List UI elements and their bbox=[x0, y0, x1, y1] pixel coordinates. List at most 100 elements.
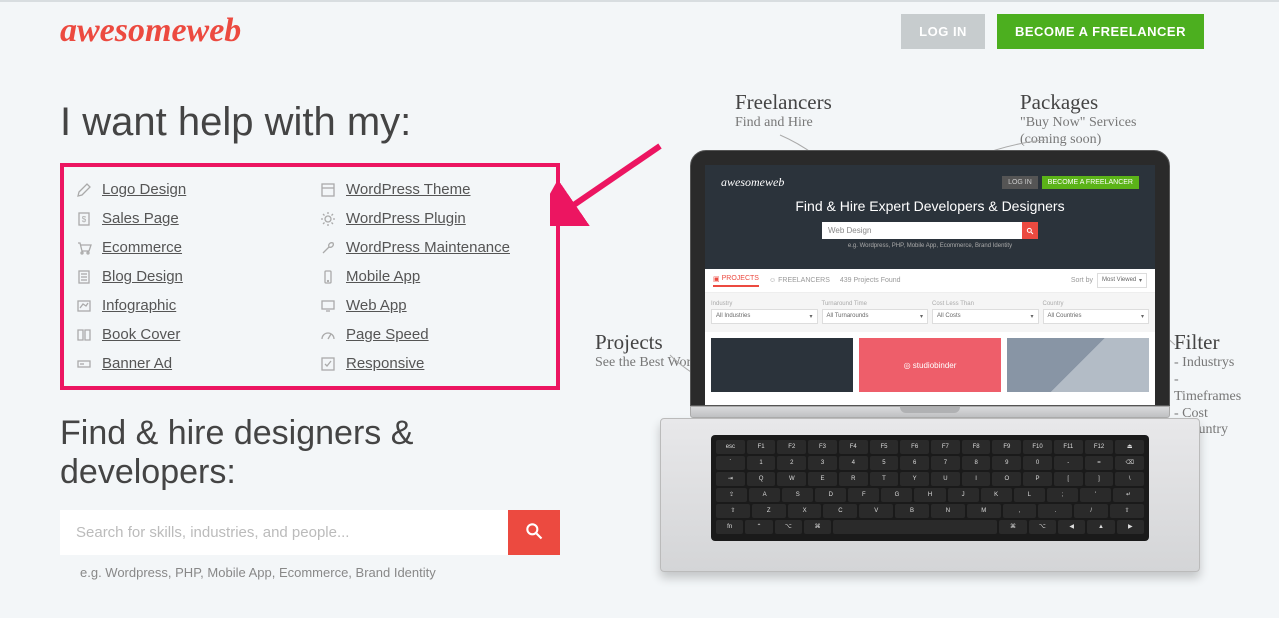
key: J bbox=[948, 488, 979, 502]
mini-filters: Industry All Industries▾ Turnaround Time… bbox=[705, 293, 1155, 332]
key: = bbox=[1085, 456, 1114, 470]
pencil-icon bbox=[76, 182, 92, 198]
category-link-logo-design[interactable]: Logo Design bbox=[102, 181, 186, 198]
laptop-screen: awesomeweb LOG IN BECOME A FREELANCER Fi… bbox=[705, 165, 1155, 405]
category-link-blog-design[interactable]: Blog Design bbox=[102, 268, 183, 285]
category-item: WordPress Maintenance bbox=[320, 239, 544, 256]
mini-search-row: Web Design bbox=[715, 222, 1145, 239]
key: G bbox=[881, 488, 912, 502]
category-link-banner-ad[interactable]: Banner Ad bbox=[102, 355, 172, 372]
category-item: Web App bbox=[320, 297, 544, 314]
category-grid: Logo Design WordPress Theme $ Sales Page… bbox=[76, 181, 544, 372]
header-buttons: LOG IN BECOME A FREELANCER bbox=[901, 14, 1204, 49]
key: Q bbox=[747, 472, 776, 486]
key: P bbox=[1023, 472, 1052, 486]
key: M bbox=[967, 504, 1001, 518]
key: F12 bbox=[1085, 440, 1114, 454]
category-item: WordPress Theme bbox=[320, 181, 544, 198]
category-item: Banner Ad bbox=[76, 355, 300, 372]
mini-filter-select: All Industries▾ bbox=[711, 309, 818, 324]
become-freelancer-button[interactable]: BECOME A FREELANCER bbox=[997, 14, 1204, 49]
key: 0 bbox=[1023, 456, 1052, 470]
key bbox=[833, 520, 997, 534]
search-icon bbox=[524, 521, 544, 544]
mobile-icon bbox=[320, 269, 336, 285]
category-item: WordPress Plugin bbox=[320, 210, 544, 227]
category-link-responsive[interactable]: Responsive bbox=[346, 355, 424, 372]
category-link-mobile-app[interactable]: Mobile App bbox=[346, 268, 420, 285]
key: X bbox=[788, 504, 822, 518]
key: ↵ bbox=[1113, 488, 1144, 502]
category-item: Book Cover bbox=[76, 326, 300, 343]
key: ⌘ bbox=[999, 520, 1026, 534]
key: 4 bbox=[839, 456, 868, 470]
category-link-infographic[interactable]: Infographic bbox=[102, 297, 176, 314]
key: I bbox=[962, 472, 991, 486]
mini-login-button: LOG IN bbox=[1002, 176, 1038, 189]
header: awesomeweb LOG IN BECOME A FREELANCER bbox=[0, 2, 1279, 60]
laptop-hinge bbox=[690, 406, 1170, 418]
banner-icon bbox=[76, 356, 92, 372]
key: S bbox=[782, 488, 813, 502]
layout-icon bbox=[320, 182, 336, 198]
key: C bbox=[823, 504, 857, 518]
mini-filter-label: Turnaround Time bbox=[822, 301, 929, 307]
key: F6 bbox=[900, 440, 929, 454]
login-button[interactable]: LOG IN bbox=[901, 14, 985, 49]
key: / bbox=[1074, 504, 1108, 518]
category-link-page-speed[interactable]: Page Speed bbox=[346, 326, 429, 343]
annotation-sub: "Buy Now" Services bbox=[1020, 115, 1136, 132]
category-link-ecommerce[interactable]: Ecommerce bbox=[102, 239, 182, 256]
mini-top-buttons: LOG IN BECOME A FREELANCER bbox=[1002, 176, 1139, 189]
mini-filter-select: All Costs▾ bbox=[932, 309, 1039, 324]
category-link-sales-page[interactable]: Sales Page bbox=[102, 210, 179, 227]
key: ⌥ bbox=[1029, 520, 1056, 534]
logo[interactable]: awesomeweb bbox=[60, 12, 241, 50]
key: ▲ bbox=[1087, 520, 1114, 534]
mini-filter-select: All Countries▾ bbox=[1043, 309, 1150, 324]
key: ⇧ bbox=[716, 504, 750, 518]
annotation-title: Packages bbox=[1020, 90, 1098, 114]
mini-title: Find & Hire Expert Developers & Designer… bbox=[715, 198, 1145, 214]
key: ▶ bbox=[1117, 520, 1144, 534]
dollar-icon: $ bbox=[76, 211, 92, 227]
key: ` bbox=[716, 456, 745, 470]
chart-icon bbox=[76, 298, 92, 314]
category-item: Blog Design bbox=[76, 268, 300, 285]
key: - bbox=[1054, 456, 1083, 470]
category-link-wordpress-plugin[interactable]: WordPress Plugin bbox=[346, 210, 466, 227]
key: V bbox=[859, 504, 893, 518]
gear-icon bbox=[320, 211, 336, 227]
category-link-web-app[interactable]: Web App bbox=[346, 297, 407, 314]
mini-tabs: ▣ PROJECTS ☺ FREELANCERS 439 Projects Fo… bbox=[705, 269, 1155, 293]
key: ] bbox=[1085, 472, 1114, 486]
category-item: $ Sales Page bbox=[76, 210, 300, 227]
key: , bbox=[1003, 504, 1037, 518]
wrench-icon bbox=[320, 240, 336, 256]
category-link-wordpress-maintenance[interactable]: WordPress Maintenance bbox=[346, 239, 510, 256]
mini-sort-select: Most Viewed▾ bbox=[1097, 273, 1147, 288]
mini-sortby-label: Sort by bbox=[1071, 277, 1093, 284]
category-item: Mobile App bbox=[320, 268, 544, 285]
key: ⌥ bbox=[775, 520, 802, 534]
key: K bbox=[981, 488, 1012, 502]
key: ⌫ bbox=[1115, 456, 1144, 470]
key: N bbox=[931, 504, 965, 518]
key: 7 bbox=[931, 456, 960, 470]
key: esc bbox=[716, 440, 745, 454]
search-button[interactable] bbox=[508, 510, 560, 555]
keyboard: escF1F2F3F4F5F6F7F8F9F10F11F12⏏ `1234567… bbox=[711, 435, 1149, 541]
mini-freelancer-button: BECOME A FREELANCER bbox=[1042, 176, 1139, 189]
search-input[interactable] bbox=[60, 510, 508, 555]
left-column: I want help with my: Logo Design WordPre… bbox=[60, 100, 560, 580]
key: [ bbox=[1054, 472, 1083, 486]
main: I want help with my: Logo Design WordPre… bbox=[0, 60, 1279, 580]
key: H bbox=[914, 488, 945, 502]
mini-tab-projects: ▣ PROJECTS bbox=[713, 275, 759, 287]
key: fn bbox=[716, 520, 743, 534]
category-link-wordpress-theme[interactable]: WordPress Theme bbox=[346, 181, 471, 198]
document-icon bbox=[76, 269, 92, 285]
key: ◀ bbox=[1058, 520, 1085, 534]
category-link-book-cover[interactable]: Book Cover bbox=[102, 326, 180, 343]
mini-filter-label: Cost Less Than bbox=[932, 301, 1039, 307]
